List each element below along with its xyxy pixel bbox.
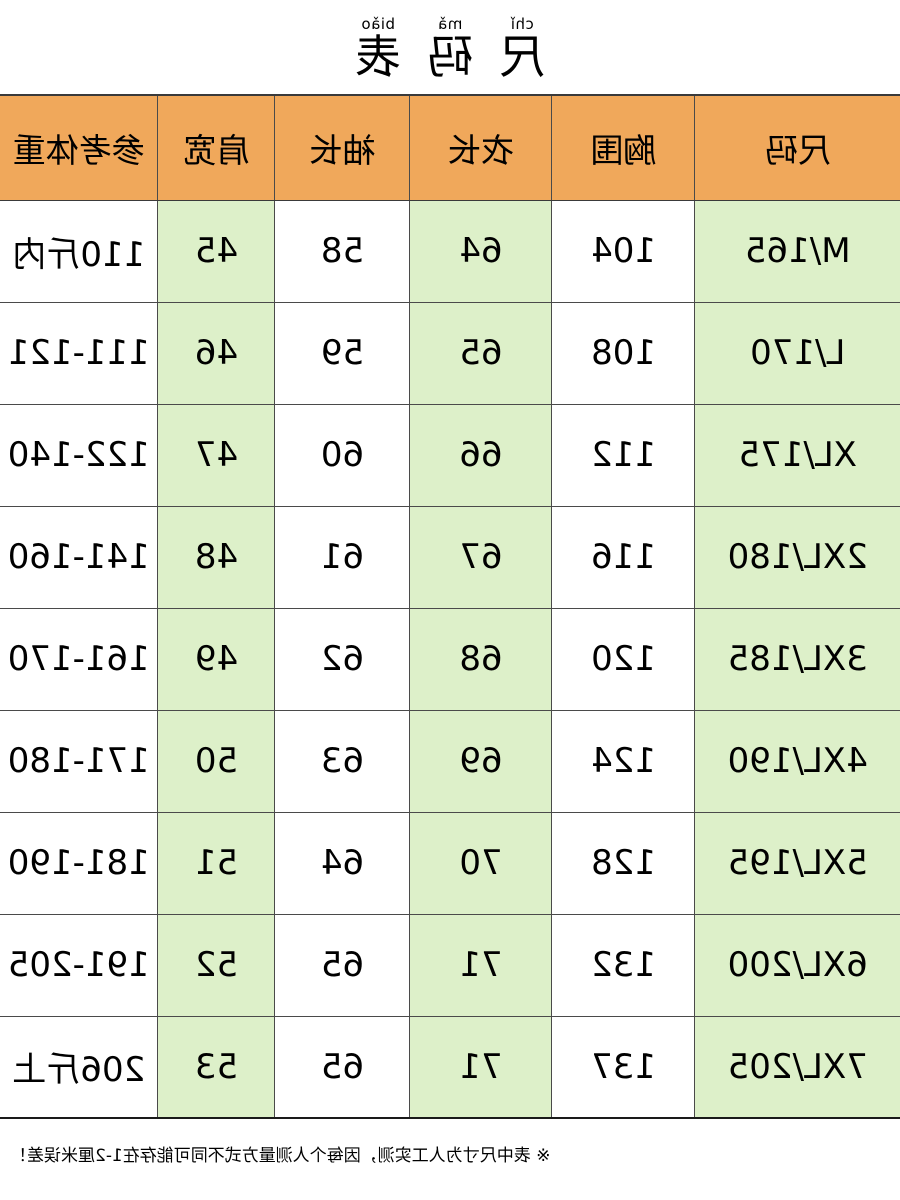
cell-bust: 124 [552, 710, 695, 812]
size-chart-sheet: chǐ 尺 mǎ 码 biǎo 表 尺码 胸围 衣长 袖长 肩宽 参考体重 M/… [0, 0, 900, 1200]
cell-size: 5XL/195 [695, 812, 900, 914]
cell-sleeve: 62 [275, 608, 410, 710]
table-row: 5XL/195 128 70 64 51 181-190 [0, 812, 900, 914]
cell-size: 2XL/180 [695, 506, 900, 608]
table-row: 4XL/190 124 69 63 50 171-180 [0, 710, 900, 812]
cell-length: 66 [410, 404, 552, 506]
cell-sleeve: 61 [275, 506, 410, 608]
title-char-1-hanzi: 尺 [499, 29, 545, 84]
cell-size: M/165 [695, 200, 900, 302]
title-char-3: biǎo 表 [355, 15, 401, 84]
column-header-sleeve: 袖长 [275, 95, 410, 200]
cell-sleeve: 59 [275, 302, 410, 404]
table-body: M/165 104 64 58 45 110斤内 L/170 108 65 59… [0, 200, 900, 1118]
cell-sleeve: 65 [275, 1016, 410, 1118]
cell-length: 67 [410, 506, 552, 608]
cell-length: 64 [410, 200, 552, 302]
column-header-size: 尺码 [695, 95, 900, 200]
table-row: 6XL/200 132 71 65 52 191-205 [0, 914, 900, 1016]
cell-size: 3XL/185 [695, 608, 900, 710]
cell-length: 69 [410, 710, 552, 812]
cell-bust: 112 [552, 404, 695, 506]
cell-shoulder: 45 [158, 200, 275, 302]
cell-shoulder: 53 [158, 1016, 275, 1118]
cell-bust: 137 [552, 1016, 695, 1118]
column-header-length: 衣长 [410, 95, 552, 200]
cell-bust: 132 [552, 914, 695, 1016]
cell-sleeve: 60 [275, 404, 410, 506]
table-row: L/170 108 65 59 46 111-121 [0, 302, 900, 404]
cell-weight: 122-140 [0, 404, 158, 506]
column-header-shoulder: 肩宽 [158, 95, 275, 200]
size-chart-table: 尺码 胸围 衣长 袖长 肩宽 参考体重 M/165 104 64 58 45 1… [0, 94, 900, 1119]
cell-length: 71 [410, 1016, 552, 1118]
cell-bust: 128 [552, 812, 695, 914]
cell-sleeve: 63 [275, 710, 410, 812]
cell-size: L/170 [695, 302, 900, 404]
cell-sleeve: 58 [275, 200, 410, 302]
cell-size: 7XL/205 [695, 1016, 900, 1118]
measurement-disclaimer: ※ 表中尺寸为人工实测，因每个人测量方式不同可能存在1-2厘米误差！ [10, 1146, 551, 1166]
cell-length: 68 [410, 608, 552, 710]
cell-sleeve: 64 [275, 812, 410, 914]
cell-shoulder: 50 [158, 710, 275, 812]
title-char-2: mǎ 码 [427, 15, 473, 84]
cell-weight: 171-180 [0, 710, 158, 812]
table-header: 尺码 胸围 衣长 袖长 肩宽 参考体重 [0, 95, 900, 200]
cell-size: XL/175 [695, 404, 900, 506]
table-row: 2XL/180 116 67 61 48 141-160 [0, 506, 900, 608]
cell-size: 4XL/190 [695, 710, 900, 812]
cell-bust: 120 [552, 608, 695, 710]
cell-weight: 161-170 [0, 608, 158, 710]
header-row: 尺码 胸围 衣长 袖长 肩宽 参考体重 [0, 95, 900, 200]
cell-bust: 104 [552, 200, 695, 302]
cell-weight: 111-121 [0, 302, 158, 404]
cell-length: 71 [410, 914, 552, 1016]
column-header-bust: 胸围 [552, 95, 695, 200]
cell-shoulder: 52 [158, 914, 275, 1016]
cell-shoulder: 47 [158, 404, 275, 506]
table-row: 3XL/185 120 68 62 49 161-170 [0, 608, 900, 710]
cell-bust: 116 [552, 506, 695, 608]
cell-weight: 181-190 [0, 812, 158, 914]
cell-length: 65 [410, 302, 552, 404]
cell-shoulder: 49 [158, 608, 275, 710]
cell-weight: 141-160 [0, 506, 158, 608]
cell-weight: 206斤上 [0, 1016, 158, 1118]
cell-weight: 191-205 [0, 914, 158, 1016]
cell-shoulder: 46 [158, 302, 275, 404]
table-row: XL/175 112 66 60 47 122-140 [0, 404, 900, 506]
cell-size: 6XL/200 [695, 914, 900, 1016]
cell-shoulder: 51 [158, 812, 275, 914]
title-char-3-hanzi: 表 [355, 29, 401, 84]
cell-weight: 110斤内 [0, 200, 158, 302]
table-row: M/165 104 64 58 45 110斤内 [0, 200, 900, 302]
table-row: 7XL/205 137 71 65 53 206斤上 [0, 1016, 900, 1118]
title-char-1: chǐ 尺 [499, 15, 545, 84]
cell-bust: 108 [552, 302, 695, 404]
column-header-weight: 参考体重 [0, 95, 158, 200]
title-char-2-hanzi: 码 [427, 29, 473, 84]
cell-length: 70 [410, 812, 552, 914]
cell-shoulder: 48 [158, 506, 275, 608]
page-title: chǐ 尺 mǎ 码 biǎo 表 [0, 0, 900, 94]
cell-sleeve: 65 [275, 914, 410, 1016]
